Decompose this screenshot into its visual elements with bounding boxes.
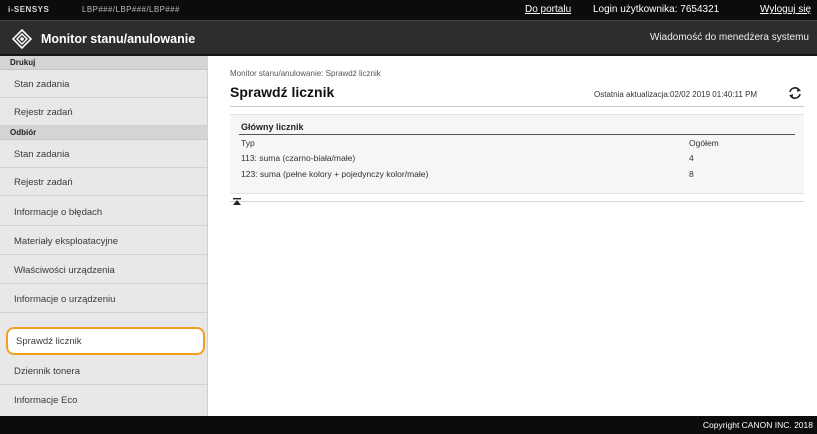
- sidebar-item-toner-log[interactable]: Dziennik tonera: [0, 357, 208, 385]
- column-header-type: Typ: [241, 138, 255, 148]
- counter-row-total: 4: [689, 153, 694, 163]
- brand-logo: i-SENSYS: [8, 5, 50, 14]
- main-counter-panel: Główny licznik Typ Ogółem 113: suma (cza…: [230, 114, 804, 194]
- sidebar-item-consumables[interactable]: Materiały eksploatacyjne: [0, 227, 208, 255]
- sidebar-item-receive-job-status[interactable]: Stan zadania: [0, 140, 208, 168]
- refresh-icon[interactable]: [787, 86, 803, 100]
- monitor-diamond-icon: [12, 29, 32, 49]
- copyright-text: Copyright CANON INC. 2018: [702, 420, 813, 430]
- counter-row-type: 123: suma (pełne kolory + pojedynczy kol…: [241, 169, 429, 179]
- breadcrumb: Monitor stanu/anulowanie: Sprawdź liczni…: [230, 69, 381, 78]
- main-content: Monitor stanu/anulowanie: Sprawdź liczni…: [209, 56, 817, 416]
- sidebar-item-print-job-status[interactable]: Stan zadania: [0, 70, 208, 98]
- sidebar-item-device-info[interactable]: Informacje o urządzeniu: [0, 285, 208, 313]
- top-bar: i-SENSYS LBP###/LBP###/LBP### Do portalu…: [0, 0, 817, 20]
- sidebar-item-error-info[interactable]: Informacje o błędach: [0, 198, 208, 226]
- title-divider: [230, 106, 804, 107]
- footer: Copyright CANON INC. 2018: [0, 416, 817, 434]
- sidebar-item-print-job-log[interactable]: Rejestr zadań: [0, 98, 208, 126]
- sidebar-section-receive: Odbiór: [0, 126, 208, 140]
- sidebar-item-receive-job-log[interactable]: Rejestr zadań: [0, 168, 208, 196]
- bottom-divider: [230, 201, 804, 202]
- sidebar-item-check-counter[interactable]: Sprawdź licznik: [6, 327, 205, 355]
- message-to-admin-link[interactable]: Wiadomość do menedżera systemu: [650, 32, 809, 43]
- sidebar: Drukuj Stan zadania Rejestr zadań Odbiór…: [0, 56, 208, 416]
- panel-divider: [239, 134, 795, 135]
- counter-row-total: 8: [689, 169, 694, 179]
- portal-link[interactable]: Do portalu: [525, 4, 571, 15]
- panel-title: Główny licznik: [241, 122, 304, 132]
- login-user-label: Login użytkownika: 7654321: [593, 4, 720, 15]
- column-header-total: Ogółem: [689, 138, 719, 148]
- sidebar-section-print: Drukuj: [0, 56, 208, 70]
- sidebar-item-eco-info[interactable]: Informacje Eco: [0, 386, 208, 414]
- app-title: Monitor stanu/anulowanie: [41, 32, 196, 46]
- app-header: Monitor stanu/anulowanie Wiadomość do me…: [0, 20, 817, 56]
- counter-row-type: 113: suma (czarno-biała/małe): [241, 153, 356, 163]
- sidebar-item-device-features[interactable]: Właściwości urządzenia: [0, 256, 208, 284]
- page-title: Sprawdź licznik: [230, 84, 335, 100]
- logout-link[interactable]: Wyloguj się: [760, 4, 811, 15]
- back-to-top-icon[interactable]: [232, 197, 242, 207]
- last-updated-text: Ostatnia aktualizacja:02/02 2019 01:40:1…: [594, 90, 758, 99]
- device-model: LBP###/LBP###/LBP###: [82, 5, 180, 14]
